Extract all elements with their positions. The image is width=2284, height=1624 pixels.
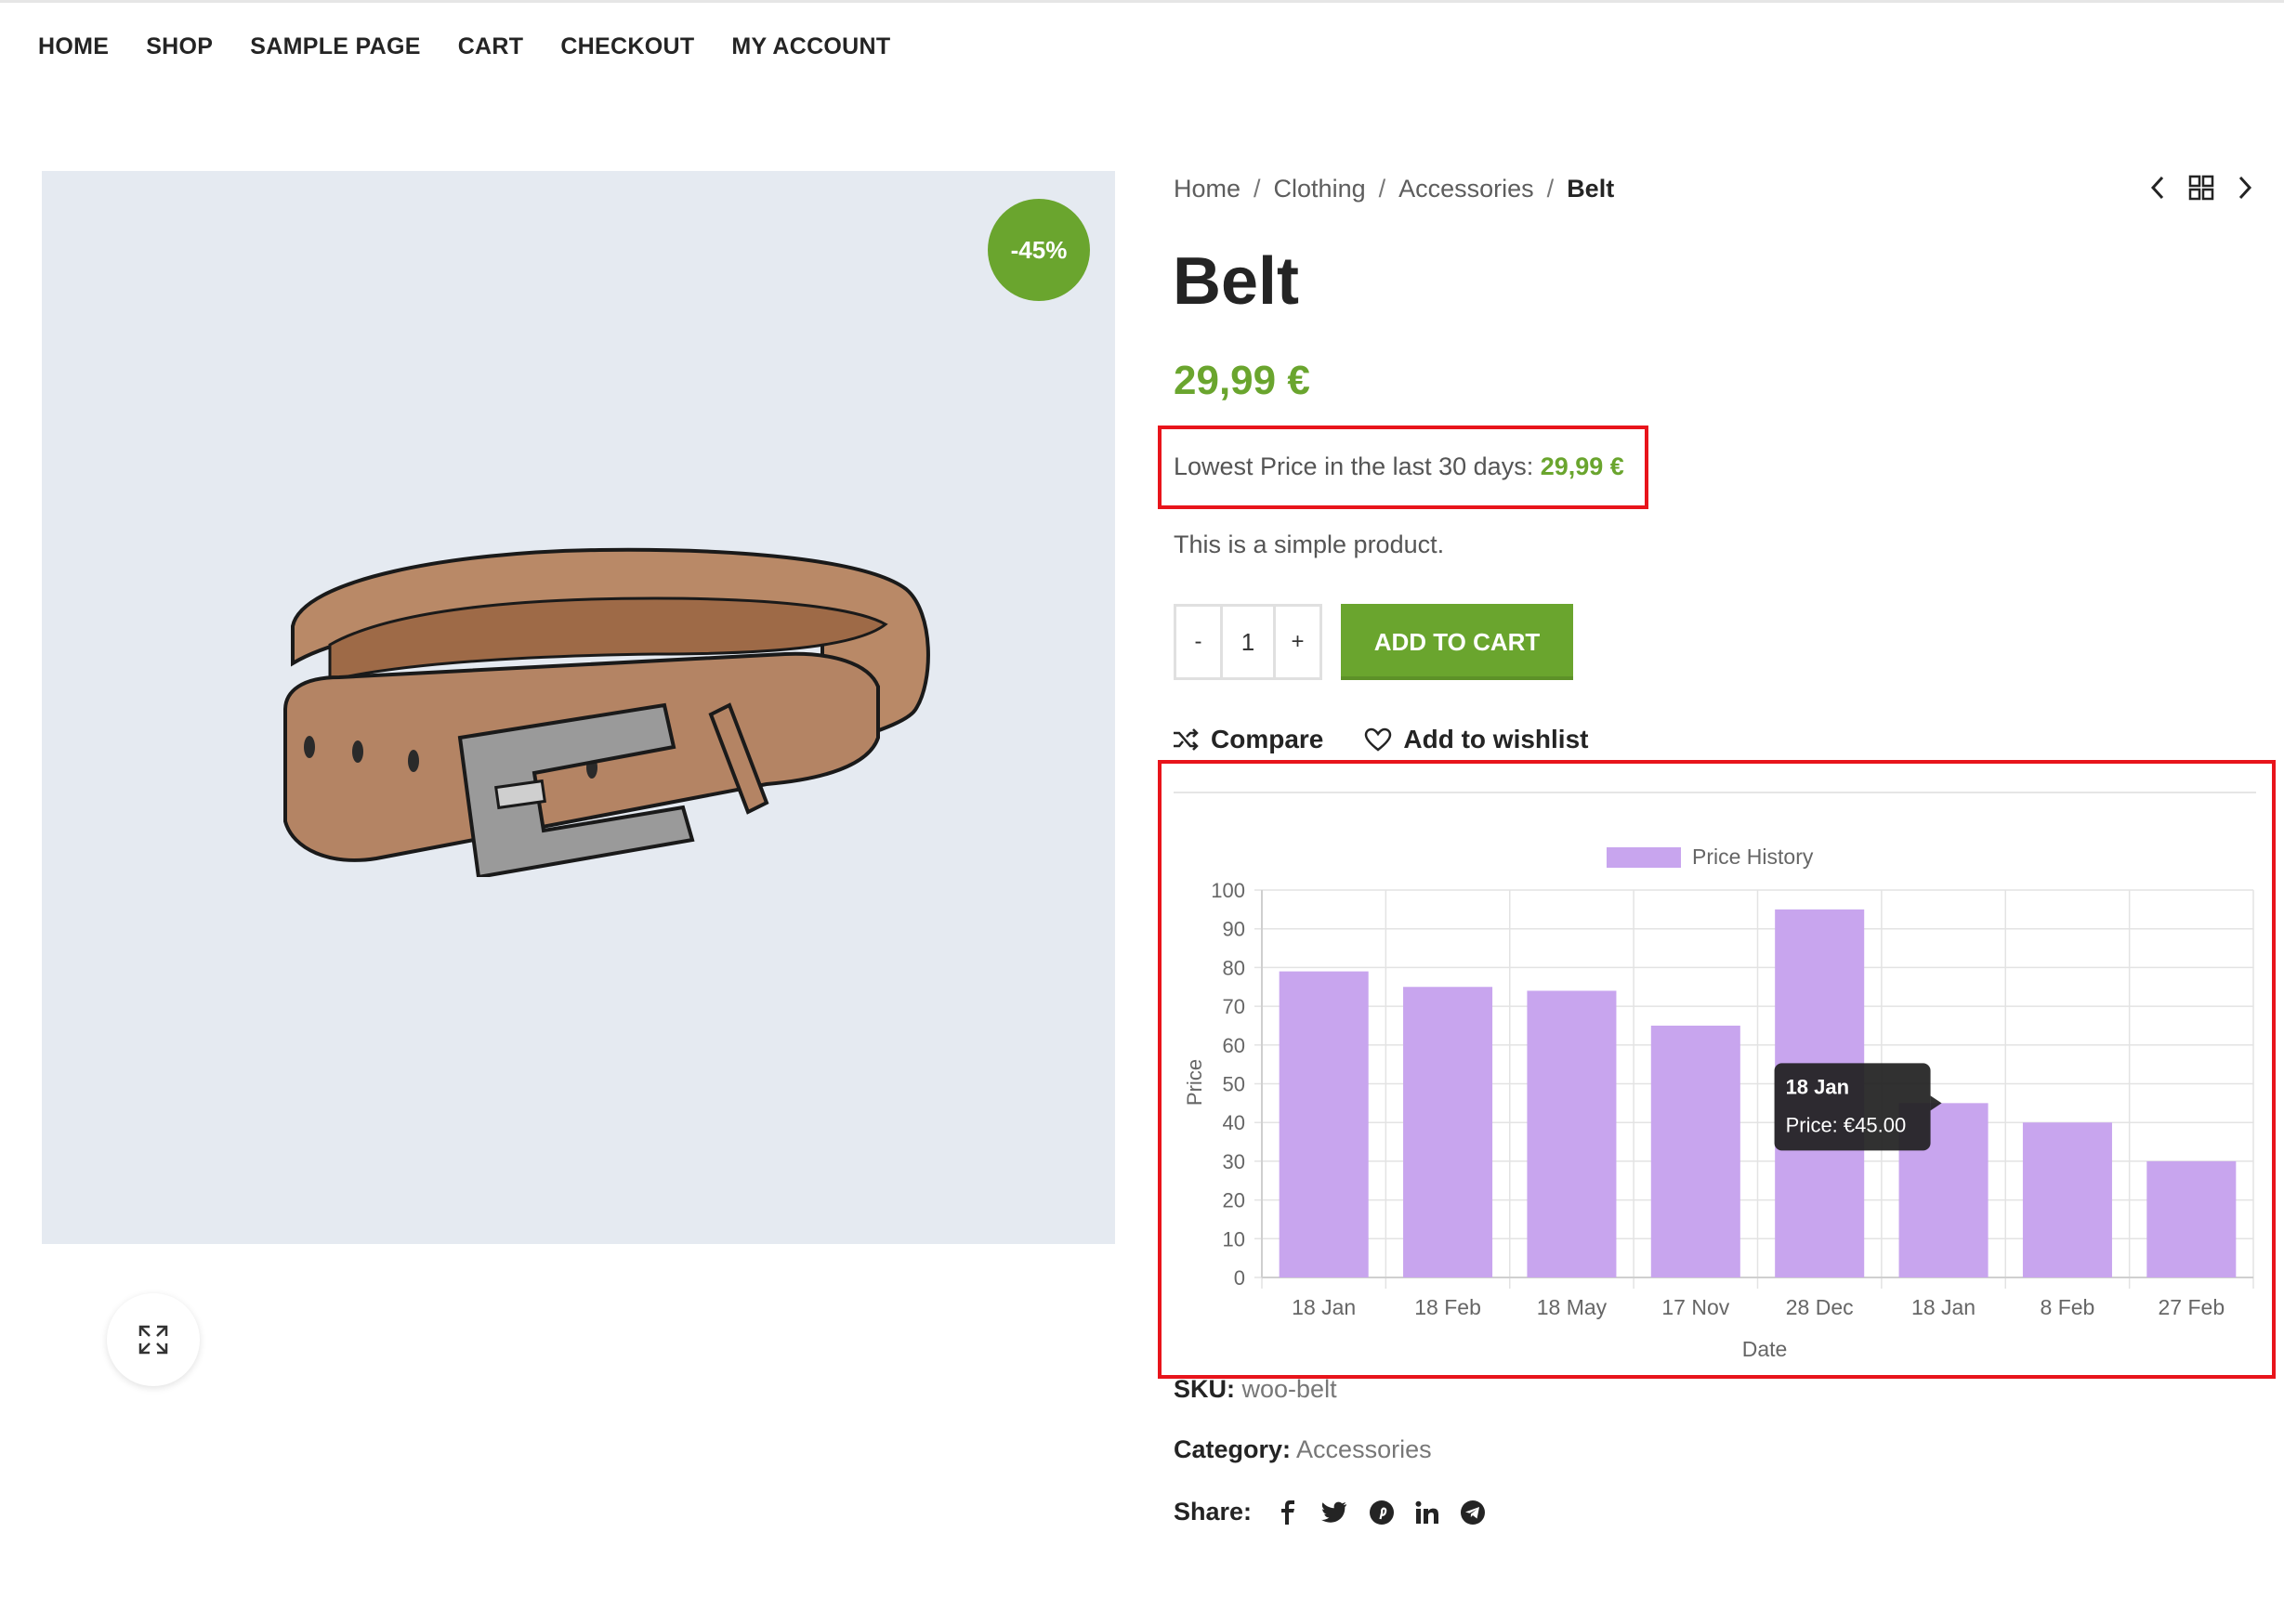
legend-label: Price History: [1692, 845, 1814, 869]
product-description: This is a simple product.: [1174, 530, 1445, 558]
y-tick-label: 20: [1223, 1189, 1245, 1212]
wishlist-button[interactable]: Add to wishlist: [1364, 725, 1588, 754]
chart-bar[interactable]: [2022, 1122, 2112, 1277]
y-tick-label: 80: [1223, 956, 1245, 979]
nav-my-account[interactable]: MY ACCOUNT: [731, 33, 890, 60]
x-axis-title: Date: [1742, 1337, 1788, 1361]
nav-home[interactable]: HOME: [38, 33, 109, 60]
telegram-icon[interactable]: [1460, 1500, 1486, 1526]
compare-button[interactable]: Compare: [1172, 725, 1323, 754]
top-border: [0, 0, 2284, 3]
breadcrumb-separator: /: [1254, 175, 1261, 203]
nav-checkout[interactable]: CHECKOUT: [560, 33, 694, 60]
chevron-left-icon[interactable]: [2149, 175, 2166, 201]
belt-image: [283, 547, 930, 877]
lowest-price-label: Lowest Price in the last 30 days:: [1174, 452, 1534, 480]
product-gallery[interactable]: [42, 171, 1115, 1386]
breadcrumb-clothing[interactable]: Clothing: [1274, 175, 1366, 203]
y-tick-label: 70: [1223, 995, 1245, 1018]
zoom-button[interactable]: [107, 1293, 200, 1386]
tooltip-title: 18 Jan: [1786, 1075, 1850, 1098]
x-tick-label: 8 Feb: [2041, 1295, 2095, 1319]
add-to-cart-button[interactable]: ADD TO CART: [1341, 604, 1573, 680]
x-tick-label: 18 Jan: [1911, 1295, 1976, 1319]
sku-value: woo-belt: [1241, 1375, 1337, 1403]
quantity-plus-button[interactable]: +: [1276, 607, 1319, 677]
shuffle-icon: [1174, 728, 1199, 751]
y-axis-title: Price: [1183, 1059, 1206, 1106]
y-tick-label: 0: [1234, 1266, 1245, 1290]
x-tick-label: 18 Feb: [1414, 1295, 1481, 1319]
nav-shop[interactable]: SHOP: [146, 33, 213, 60]
chart-bar[interactable]: [2146, 1160, 2237, 1277]
category-row: Category: Accessories: [1174, 1435, 1432, 1464]
breadcrumb-home[interactable]: Home: [1174, 175, 1240, 203]
x-tick-label: 27 Feb: [2159, 1295, 2225, 1319]
heart-icon: [1365, 727, 1392, 752]
share-row: Share:: [1174, 1498, 1486, 1526]
share-label: Share:: [1174, 1498, 1253, 1526]
linkedin-icon[interactable]: [1415, 1500, 1439, 1525]
category-link[interactable]: Accessories: [1296, 1435, 1432, 1463]
breadcrumb-current: Belt: [1567, 175, 1615, 203]
y-tick-label: 50: [1223, 1073, 1245, 1096]
expand-icon: [138, 1325, 168, 1355]
lowest-price-notice: Lowest Price in the last 30 days: 29,99 …: [1174, 452, 1624, 481]
breadcrumb-accessories[interactable]: Accessories: [1398, 175, 1534, 203]
quantity-input[interactable]: 1: [1220, 607, 1276, 677]
divider: [1174, 792, 2256, 793]
product-navigation: [2149, 175, 2253, 201]
breadcrumb-separator: /: [1546, 175, 1555, 203]
compare-label: Compare: [1211, 725, 1324, 753]
chart-bar[interactable]: [1279, 971, 1369, 1277]
x-tick-label: 17 Nov: [1661, 1295, 1729, 1319]
x-tick-label: 28 Dec: [1786, 1295, 1854, 1319]
chart-tooltip: 18 Jan Price: €45.00: [1774, 1063, 1942, 1151]
quantity-stepper: - 1 +: [1174, 604, 1322, 680]
x-tick-label: 18 Jan: [1292, 1295, 1356, 1319]
product-title: Belt: [1173, 244, 1300, 319]
grid-icon[interactable]: [2188, 175, 2214, 201]
nav-sample-page[interactable]: SAMPLE PAGE: [250, 33, 420, 60]
y-tick-label: 40: [1223, 1111, 1245, 1134]
y-tick-label: 100: [1211, 879, 1245, 902]
legend-swatch: [1607, 847, 1681, 868]
x-tick-label: 18 May: [1537, 1295, 1608, 1319]
chart-bar[interactable]: [1650, 1025, 1740, 1277]
y-tick-label: 10: [1223, 1227, 1245, 1251]
lowest-price-value: 29,99 €: [1540, 452, 1624, 480]
sku-label: SKU:: [1174, 1375, 1235, 1403]
breadcrumb: Home / Clothing / Accessories / Belt: [1174, 175, 1614, 203]
y-tick-label: 90: [1223, 918, 1245, 941]
quantity-minus-button[interactable]: -: [1176, 607, 1220, 677]
y-tick-label: 30: [1223, 1150, 1245, 1173]
breadcrumb-separator: /: [1378, 175, 1386, 203]
nav-cart[interactable]: CART: [458, 33, 524, 60]
y-tick-label: 60: [1223, 1034, 1245, 1057]
wishlist-label: Add to wishlist: [1403, 725, 1589, 753]
main-nav: HOME SHOP SAMPLE PAGE CART CHECKOUT MY A…: [38, 33, 890, 60]
pinterest-icon[interactable]: [1369, 1500, 1395, 1526]
chart-bar[interactable]: [1527, 990, 1617, 1277]
sale-badge: -45%: [988, 199, 1090, 301]
product-price: 29,99 €: [1174, 358, 1310, 403]
chart-bar[interactable]: [1403, 987, 1493, 1277]
price-history-chart: 0 10 20 30 40 50 60 70 80 90 100 18 Jan 18 Feb 18 May…: [1183, 845, 2254, 1361]
tooltip-body: Price: €45.00: [1786, 1113, 1907, 1136]
twitter-icon[interactable]: [1320, 1500, 1348, 1525]
facebook-icon[interactable]: [1276, 1500, 1300, 1526]
sku-row: SKU: woo-belt: [1174, 1375, 1337, 1404]
product-actions: Compare Add to wishlist: [1172, 725, 1588, 754]
chevron-right-icon[interactable]: [2237, 175, 2253, 201]
category-label: Category:: [1174, 1435, 1292, 1463]
